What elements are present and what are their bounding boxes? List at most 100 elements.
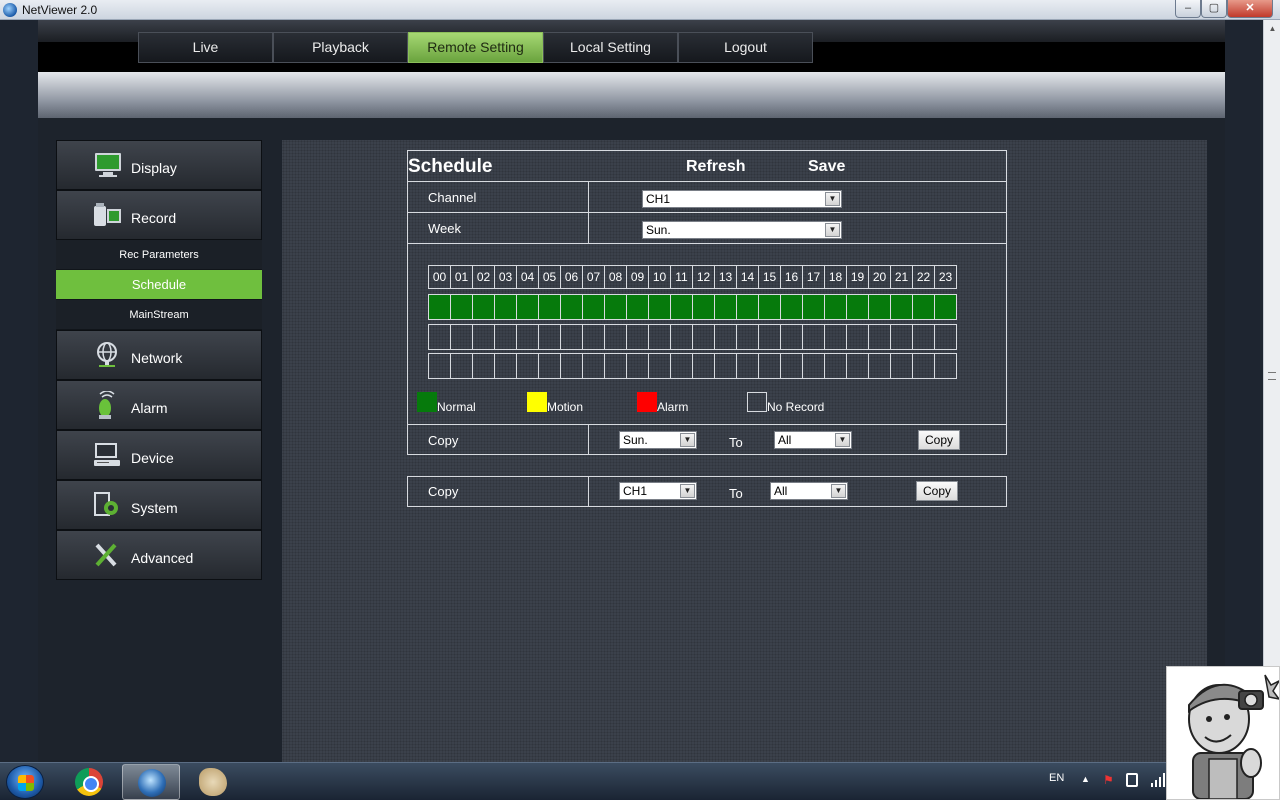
scroll-up-arrow-icon[interactable]: ▲ [1264, 20, 1280, 37]
schedule-cell[interactable] [670, 324, 693, 350]
schedule-cell[interactable] [428, 353, 451, 379]
schedule-cell[interactable] [560, 294, 583, 320]
schedule-cell[interactable] [824, 353, 847, 379]
sidebar-item-record[interactable]: Record [56, 190, 262, 240]
schedule-cell[interactable] [780, 324, 803, 350]
network-signal-icon[interactable] [1151, 773, 1165, 787]
schedule-cell[interactable] [714, 353, 737, 379]
schedule-cell[interactable] [934, 324, 957, 350]
sidebar-subitem-schedule[interactable]: Schedule [56, 270, 262, 300]
schedule-cell[interactable] [912, 324, 935, 350]
schedule-cell[interactable] [824, 324, 847, 350]
copy-channel-button[interactable]: Copy [916, 481, 958, 501]
schedule-cell[interactable] [934, 353, 957, 379]
schedule-cell[interactable] [582, 353, 605, 379]
power-icon[interactable] [1126, 773, 1138, 787]
schedule-cell[interactable] [494, 294, 517, 320]
schedule-cell[interactable] [538, 353, 561, 379]
start-button[interactable] [6, 765, 44, 799]
sidebar-subitem-mainstream[interactable]: MainStream [56, 300, 262, 330]
schedule-cell[interactable] [450, 294, 473, 320]
sidebar-item-alarm[interactable]: Alarm [56, 380, 262, 430]
sidebar-item-system[interactable]: System [56, 480, 262, 530]
copy-channel-to-select[interactable]: All ▼ [770, 482, 848, 500]
schedule-cell[interactable] [472, 294, 495, 320]
schedule-cell[interactable] [560, 324, 583, 350]
copy-day-button[interactable]: Copy [918, 430, 960, 450]
schedule-cell[interactable] [868, 324, 891, 350]
schedule-cell[interactable] [692, 324, 715, 350]
schedule-cell[interactable] [934, 294, 957, 320]
maximize-button[interactable]: ▢ [1201, 0, 1227, 18]
taskbar-paint[interactable] [184, 764, 242, 800]
minimize-button[interactable]: – [1175, 0, 1201, 18]
schedule-cell[interactable] [802, 324, 825, 350]
schedule-cell[interactable] [560, 353, 583, 379]
schedule-cell[interactable] [758, 324, 781, 350]
schedule-cell[interactable] [890, 294, 913, 320]
sidebar-subitem-rec-parameters[interactable]: Rec Parameters [56, 240, 262, 270]
tab-remote-setting[interactable]: Remote Setting [408, 32, 543, 63]
taskbar-netviewer[interactable] [122, 764, 180, 800]
schedule-cell[interactable] [780, 294, 803, 320]
schedule-cell[interactable] [494, 324, 517, 350]
schedule-cell[interactable] [736, 324, 759, 350]
channel-select[interactable]: CH1 ▼ [642, 190, 842, 208]
schedule-cell[interactable] [780, 353, 803, 379]
copy-day-from-select[interactable]: Sun. ▼ [619, 431, 697, 449]
schedule-cell[interactable] [670, 294, 693, 320]
sidebar-item-display[interactable]: Display [56, 140, 262, 190]
sidebar-item-network[interactable]: Network [56, 330, 262, 380]
schedule-cell[interactable] [604, 353, 627, 379]
schedule-cell[interactable] [802, 294, 825, 320]
schedule-cell[interactable] [450, 324, 473, 350]
schedule-cell[interactable] [736, 353, 759, 379]
refresh-button[interactable]: Refresh [686, 158, 746, 176]
schedule-cell[interactable] [582, 294, 605, 320]
week-select[interactable]: Sun. ▼ [642, 221, 842, 239]
schedule-cell[interactable] [670, 353, 693, 379]
schedule-cell[interactable] [494, 353, 517, 379]
schedule-cell[interactable] [648, 294, 671, 320]
schedule-cell[interactable] [692, 294, 715, 320]
schedule-cell[interactable] [626, 353, 649, 379]
schedule-cell[interactable] [912, 353, 935, 379]
schedule-cell[interactable] [604, 294, 627, 320]
schedule-cell[interactable] [538, 324, 561, 350]
schedule-cell[interactable] [626, 294, 649, 320]
copy-day-to-select[interactable]: All ▼ [774, 431, 852, 449]
action-center-flag-icon[interactable]: ⚑ [1103, 773, 1117, 787]
schedule-cell[interactable] [604, 324, 627, 350]
schedule-cell[interactable] [472, 353, 495, 379]
schedule-cell[interactable] [450, 353, 473, 379]
close-button[interactable]: ✕ [1227, 0, 1273, 18]
sidebar-item-device[interactable]: Device [56, 430, 262, 480]
schedule-cell[interactable] [736, 294, 759, 320]
schedule-cell[interactable] [516, 353, 539, 379]
copy-channel-from-select[interactable]: CH1 ▼ [619, 482, 697, 500]
schedule-cell[interactable] [912, 294, 935, 320]
tab-logout[interactable]: Logout [678, 32, 813, 63]
schedule-cell[interactable] [472, 324, 495, 350]
vertical-scrollbar[interactable]: ▲ ▼ [1263, 20, 1280, 762]
tab-local-setting[interactable]: Local Setting [543, 32, 678, 63]
schedule-cell[interactable] [714, 294, 737, 320]
save-button[interactable]: Save [808, 158, 845, 176]
schedule-cell[interactable] [516, 324, 539, 350]
schedule-cell[interactable] [714, 324, 737, 350]
schedule-cell[interactable] [648, 324, 671, 350]
schedule-cell[interactable] [802, 353, 825, 379]
show-hidden-icons-icon[interactable]: ▲ [1081, 774, 1090, 784]
schedule-cell[interactable] [846, 294, 869, 320]
schedule-cell[interactable] [758, 353, 781, 379]
schedule-cell[interactable] [824, 294, 847, 320]
schedule-cell[interactable] [846, 324, 869, 350]
schedule-cell[interactable] [428, 294, 451, 320]
scroll-grip-icon[interactable] [1268, 372, 1276, 380]
schedule-cell[interactable] [692, 353, 715, 379]
schedule-cell[interactable] [890, 353, 913, 379]
tab-live[interactable]: Live [138, 32, 273, 63]
taskbar-chrome[interactable] [60, 764, 118, 800]
schedule-cell[interactable] [516, 294, 539, 320]
schedule-cell[interactable] [868, 353, 891, 379]
